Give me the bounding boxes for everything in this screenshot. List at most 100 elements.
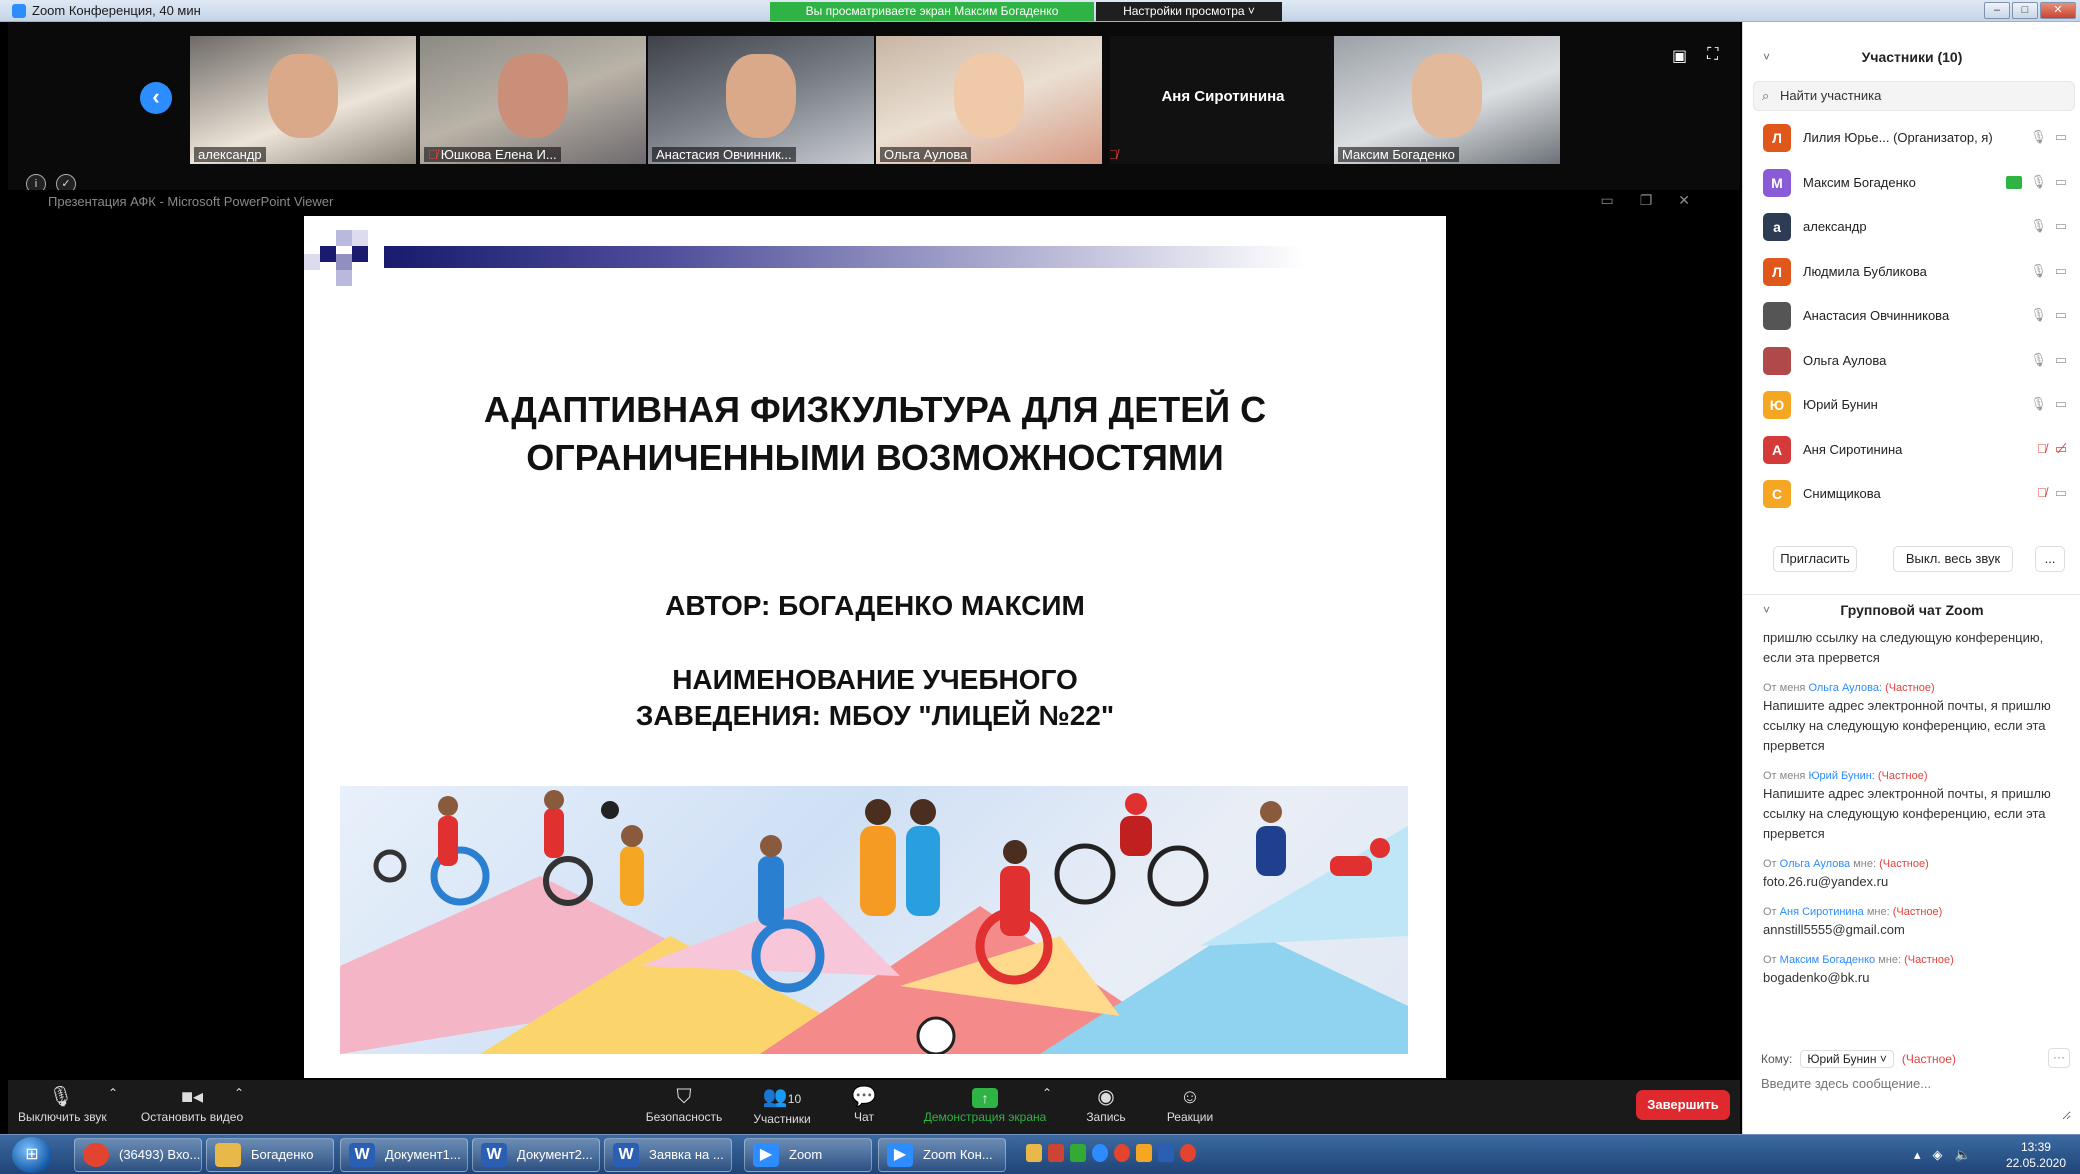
message-recipient[interactable]: Юрий Бунин: [1808,770,1874,782]
clock[interactable]: 13:39 22.05.2020 [2006,1139,2066,1171]
participant-row[interactable]: а александр 🎙 ▭ [1743,205,2080,250]
message-sender[interactable]: Аня Сиротинина [1780,906,1864,918]
avatar: а [1763,213,1791,241]
taskbar-item[interactable]: W Документ2... [472,1138,600,1172]
mic-muted-icon[interactable]: 🎙̸ [2037,485,2047,501]
camera-icon[interactable]: ▭ [2055,263,2067,279]
stop-video-button[interactable]: ■◂ Остановить видео [134,1084,250,1124]
participant-search-input[interactable]: ⌕ Найти участника [1753,81,2075,111]
participant-row[interactable]: Анастасия Овчинникова 🎙 ▭ [1743,294,2080,339]
volume-icon[interactable]: 🔈 [1955,1147,1971,1163]
word-icon[interactable] [1158,1144,1174,1162]
message-sender[interactable]: Максим Богаденко [1780,954,1876,966]
video-tile[interactable]: 🎙̸ Юшкова Елена И... [420,36,646,164]
participant-row[interactable]: М Максим Богаденко 🎙 ▭ [1743,161,2080,206]
video-tile[interactable]: Аня Сиротинина 🎙̸ [1110,36,1336,164]
mic-icon[interactable]: 🎙 [2030,129,2047,145]
maximize-button[interactable]: □ [2012,2,2038,19]
collapse-chevron-icon[interactable]: ˅ [1763,42,1770,72]
camera-off-icon[interactable]: ▭̸ [2055,441,2067,457]
view-options-button[interactable]: Настройки просмотра ˅ [1096,2,1282,21]
participant-row[interactable]: Ольга Аулова 🎙 ▭ [1743,339,2080,384]
ppt-restore-icon[interactable]: ❐ [1640,192,1653,209]
security-button[interactable]: ⛉ Безопасность [636,1084,732,1124]
mic-icon[interactable]: 🎙 [2030,307,2047,323]
mic-icon[interactable]: 🎙 [2030,352,2047,368]
taskbar-item[interactable]: ▶ Zoom Кон... [878,1138,1006,1172]
participant-row[interactable]: Л Людмила Бубликова 🎙 ▭ [1743,250,2080,295]
share-options-caret[interactable]: ⌃ [1042,1086,1052,1100]
camera-icon[interactable]: ▭ [2055,307,2067,323]
participant-row[interactable]: А Аня Сиротинина 🎙̸ ▭̸ [1743,428,2080,473]
to-label: Кому: [1761,1052,1793,1066]
mute-button[interactable]: 🎙 Выключить звук [18,1084,107,1124]
mic-icon[interactable]: 🎙 [2030,174,2047,190]
mic-muted-icon[interactable]: 🎙̸ [2037,441,2047,457]
recipient-select[interactable]: Юрий Бунин ˅ [1800,1050,1894,1068]
app-icon[interactable] [1048,1144,1064,1162]
audio-options-caret[interactable]: ⌃ [108,1086,118,1100]
participants-button[interactable]: 👥10 Участники [742,1084,822,1126]
opera-icon[interactable] [1114,1144,1130,1162]
camera-icon[interactable]: ▭ [2055,129,2067,145]
video-tile[interactable]: александр [190,36,416,164]
app-icon[interactable] [1070,1144,1086,1162]
previous-page-button[interactable]: ‹ [140,82,172,114]
chrome-icon[interactable] [1180,1144,1196,1162]
taskbar-item[interactable]: (36493) Вхо... [74,1138,202,1172]
invite-button[interactable]: Пригласить [1773,546,1857,572]
slide-author: АВТОР: БОГАДЕНКО МАКСИМ [665,590,1085,621]
mic-icon[interactable]: 🎙 [2030,218,2047,234]
share-screen-button[interactable]: ↑ Демонстрация экрана [916,1084,1054,1124]
mic-active-icon[interactable]: 🎙 [2030,263,2047,279]
participant-row[interactable]: Ю Юрий Бунин 🎙 ▭ [1743,383,2080,428]
camera-icon[interactable]: ▭ [2055,218,2067,234]
gallery-view-icon[interactable]: ▣ [1672,46,1687,66]
tile-name: Юшкова Елена И... [440,147,557,162]
mic-icon[interactable]: 🎙 [2030,396,2047,412]
more-button[interactable]: ... [2035,546,2065,572]
taskbar-item[interactable]: W Документ1... [340,1138,468,1172]
taskbar-item[interactable]: W Заявка на ... [604,1138,732,1172]
video-options-caret[interactable]: ⌃ [234,1086,244,1100]
show-hidden-icon[interactable]: ▴ [1914,1147,1921,1163]
participant-row[interactable]: С Снимщикова 🎙̸ ▭ [1743,472,2080,517]
message-from: От [1763,906,1777,918]
camera-icon[interactable]: ▭ [2055,396,2067,412]
taskbar-item[interactable]: ▶ Zoom [744,1138,872,1172]
camera-icon[interactable]: ▭ [2055,485,2067,501]
chat-button[interactable]: 💬 Чат [844,1084,884,1124]
folder-icon[interactable] [1026,1144,1042,1162]
chat-more-button[interactable]: ··· [2048,1048,2070,1068]
chat-message-input[interactable] [1761,1076,2071,1120]
app-icon[interactable] [1136,1144,1152,1162]
message-recipient[interactable]: Ольга Аулова: [1808,682,1882,694]
private-label: (Частное) [1892,906,1943,918]
zoom-icon[interactable] [1092,1144,1108,1162]
mute-all-button[interactable]: Выкл. весь звук [1893,546,2013,572]
video-tile[interactable]: Максим Богаденко [1334,36,1560,164]
network-icon[interactable]: ◈ [1933,1147,1943,1163]
participant-video [726,54,796,138]
camera-icon[interactable]: ▭ [2055,174,2067,190]
taskbar-item[interactable]: Богаденко [206,1138,334,1172]
message-sender[interactable]: Ольга Аулова [1780,858,1851,870]
participant-row[interactable]: Л Лилия Юрье... (Организатор, я) 🎙 ▭ [1743,116,2080,161]
avatar: А [1763,435,1791,464]
word-icon: W [349,1143,375,1167]
video-tile[interactable]: Ольга Аулова [876,36,1102,164]
camera-icon[interactable]: ▭ [2055,352,2067,368]
collapse-chevron-icon[interactable]: ˅ [1763,595,1770,625]
video-tile[interactable]: Анастасия Овчинник... [648,36,874,164]
reactions-button[interactable]: ☺ Реакции [1162,1084,1218,1124]
ppt-minimize-icon[interactable]: ▭ [1600,192,1613,209]
end-meeting-button[interactable]: Завершить [1636,1090,1730,1120]
close-button[interactable]: ✕ [2040,2,2076,19]
tile-center-name: Аня Сиротинина [1161,88,1285,105]
stop-video-label: Остановить видео [140,1110,244,1124]
record-button[interactable]: ◉ Запись [1078,1084,1134,1124]
minimize-button[interactable]: – [1984,2,2010,19]
start-button[interactable]: ⊞ [12,1137,52,1173]
fullscreen-icon[interactable]: ⛶ [1707,46,1718,66]
ppt-close-icon[interactable]: ✕ [1678,192,1690,209]
